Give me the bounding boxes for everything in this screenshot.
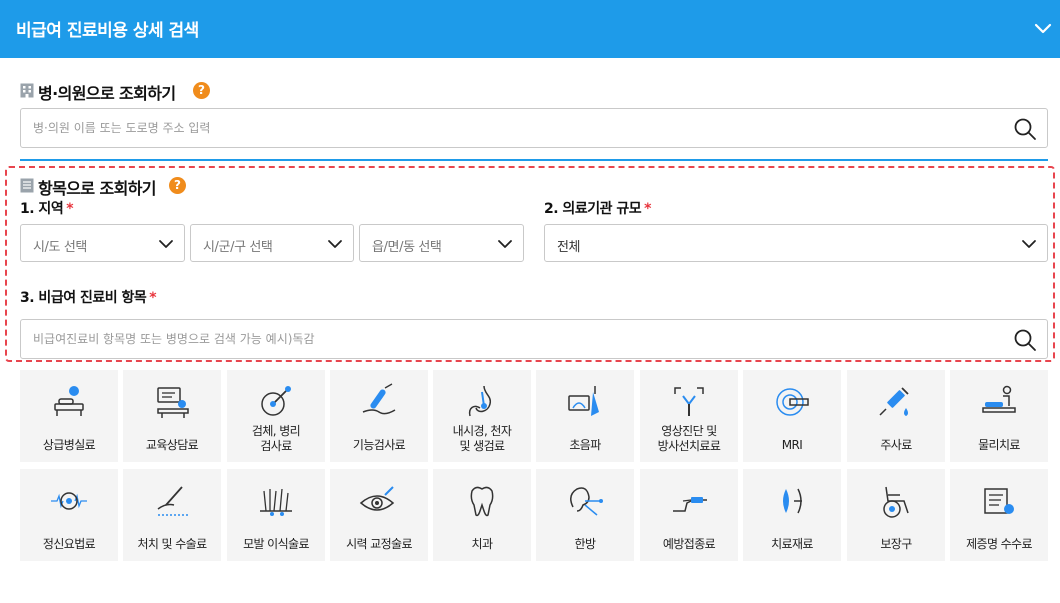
category-tile[interactable]: 정신요법료 <box>20 469 118 561</box>
wheelchair-icon <box>883 486 909 518</box>
region-label: 1. 지역 * <box>20 201 74 217</box>
vaccination-icon <box>673 497 707 512</box>
category-tile[interactable]: 치과 <box>433 469 531 561</box>
tooth-icon <box>470 486 494 517</box>
category-tile[interactable]: 치료재료 <box>743 469 841 561</box>
category-tile[interactable]: 초음파 <box>536 370 634 462</box>
hospital-bed-icon <box>54 386 84 416</box>
hair-transplant-icon <box>260 488 292 516</box>
chevron-down-icon <box>159 240 173 248</box>
chevron-down-icon <box>328 240 342 248</box>
category-tile[interactable]: 한방 <box>536 469 634 561</box>
item-search-box[interactable] <box>20 319 1048 359</box>
surgery-icon <box>157 486 188 516</box>
chevron-down-icon[interactable] <box>1032 18 1054 40</box>
item-label: 3. 비급여 진료비 항목 * <box>20 290 157 306</box>
mri-icon <box>776 388 809 416</box>
required-mark: * <box>66 201 74 217</box>
syringe-icon <box>879 387 909 416</box>
required-mark: * <box>644 201 651 217</box>
counseling-icon <box>157 387 189 418</box>
page-header[interactable]: 비급여 진료비용 상세 검색 <box>0 0 1060 58</box>
category-tile[interactable]: MRI <box>743 370 841 462</box>
scale-select-value: 전체 <box>557 240 581 255</box>
category-tile[interactable]: 기능검사료 <box>330 370 428 462</box>
required-mark: * <box>149 290 157 306</box>
oriental-medicine-icon <box>570 487 603 516</box>
certificate-icon <box>984 488 1014 514</box>
category-tile[interactable]: 주사료 <box>847 370 945 462</box>
physical-therapy-icon <box>982 385 1016 413</box>
scale-label: 2. 의료기관 규모 * <box>544 201 651 217</box>
category-tile[interactable]: 모발 이식술료 <box>227 469 325 561</box>
sigungu-select[interactable]: 시/군/구 선택 <box>190 224 354 262</box>
treatment-material-icon <box>783 488 802 514</box>
page-title: 비급여 진료비용 상세 검색 <box>16 21 199 41</box>
item-search-title: 항목으로 조회하기 <box>38 179 157 198</box>
scale-select[interactable]: 전체 <box>544 224 1048 262</box>
psychotherapy-icon <box>51 492 87 510</box>
document-icon <box>20 178 34 193</box>
help-icon[interactable]: ? <box>169 177 186 194</box>
category-tile[interactable]: 시력 교정술료 <box>330 469 428 561</box>
endoscope-icon <box>468 385 492 417</box>
hospital-search-title: 병·의원으로 조회하기 <box>38 84 176 103</box>
category-tile[interactable]: 상급병실료 <box>20 370 118 462</box>
item-search-input[interactable] <box>33 320 936 358</box>
vision-correction-icon <box>359 486 395 511</box>
category-tile[interactable]: 예방접종료 <box>640 469 738 561</box>
sigungu-select-value: 시/군/구 선택 <box>203 240 273 255</box>
hospital-building-icon <box>20 83 34 98</box>
category-tile[interactable]: 검체, 병리 검사료 <box>227 370 325 462</box>
eupmyeondong-select-value: 읍/면/동 선택 <box>372 240 442 255</box>
specimen-test-icon <box>261 386 291 416</box>
category-tile[interactable]: 내시경, 천자 및 생검료 <box>433 370 531 462</box>
category-tile[interactable]: 처치 및 수술료 <box>123 469 221 561</box>
sido-select[interactable]: 시/도 선택 <box>20 224 185 262</box>
section-divider <box>20 159 1048 161</box>
category-tile[interactable]: 제증명 수수료 <box>950 469 1048 561</box>
hospital-search-box[interactable] <box>20 108 1048 148</box>
help-icon[interactable]: ? <box>193 82 210 99</box>
search-icon[interactable] <box>1013 328 1037 352</box>
category-tile[interactable]: 물리치료 <box>950 370 1048 462</box>
sido-select-value: 시/도 선택 <box>33 240 87 255</box>
eupmyeondong-select[interactable]: 읍/면/동 선택 <box>359 224 524 262</box>
category-tile[interactable]: 보장구 <box>847 469 945 561</box>
hospital-search-input[interactable] <box>33 109 936 147</box>
function-test-icon <box>362 383 396 415</box>
chevron-down-icon <box>498 240 512 248</box>
chevron-down-icon <box>1022 240 1036 248</box>
search-icon[interactable] <box>1013 117 1037 141</box>
ultrasound-icon <box>568 386 599 416</box>
category-tile[interactable]: 교육상담료 <box>123 370 221 462</box>
category-tile[interactable]: 영상진단 및 방사선치료료 <box>640 370 738 462</box>
radiology-icon <box>674 387 704 416</box>
